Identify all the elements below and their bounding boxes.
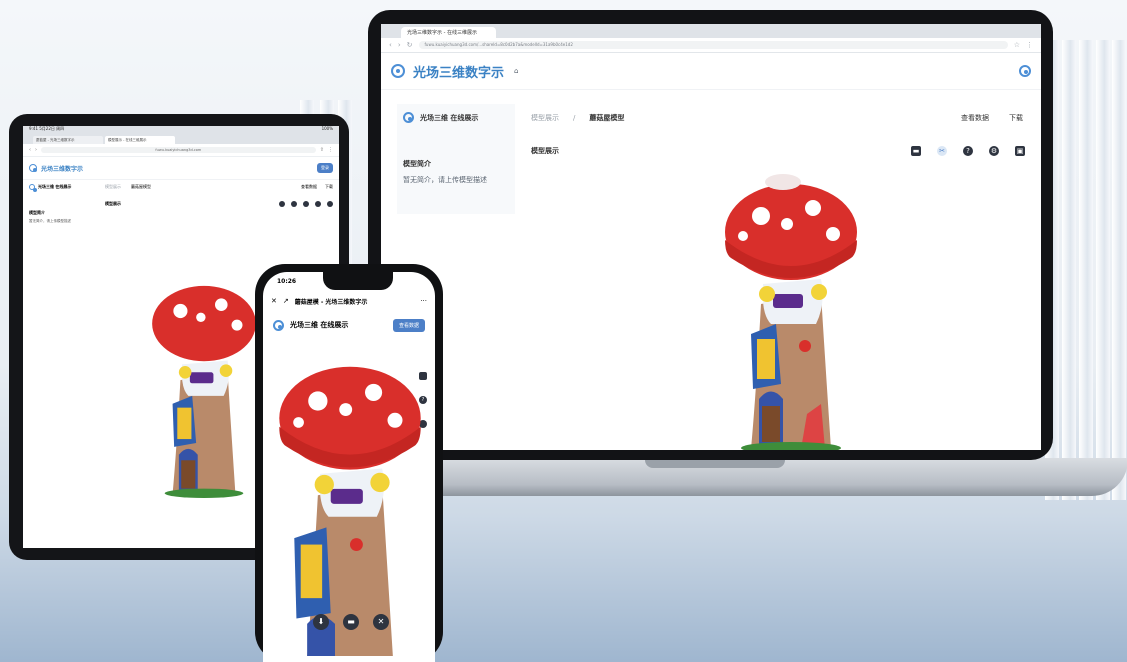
tablet-brand-title: 光场三维数字示: [41, 165, 84, 173]
app-header: 光场三维数字示 ⌂: [381, 53, 1041, 90]
tablet-login-button[interactable]: 登录: [317, 163, 333, 173]
breadcrumb-prev[interactable]: 模型展示: [531, 113, 559, 123]
intro-text: 暂无简介，请上传模型描述: [403, 176, 487, 184]
browser-tab-bar: 光场三维数字示 - 在线三维展示: [381, 24, 1041, 38]
mushroom-house-model[interactable]: [721, 174, 861, 450]
tablet-mushroom-house-model[interactable]: [149, 248, 259, 528]
phone-notch: [323, 272, 393, 290]
tablet-logo-icon: [29, 164, 37, 172]
tablet-tab-bar: 蘑菇屋 - 光场三维数字示 模型展示 - 在线三维展示: [23, 134, 339, 144]
browser-tab[interactable]: 光场三维数字示 - 在线三维展示: [401, 27, 496, 38]
star-icon[interactable]: ☆: [1014, 41, 1020, 49]
layers-icon[interactable]: ▣: [1015, 146, 1025, 156]
tab-title: 光场三维数字示 - 在线三维展示: [407, 30, 477, 36]
tablet-address-bar: ‹ › fuwu.kuaiyichuang3d.com ⇪ ⋮: [23, 144, 339, 157]
intro-title: 模型简介: [403, 160, 431, 168]
tablet-intro-text: 暂无简介，请上传模型描述: [29, 219, 71, 223]
tablet-message-icon[interactable]: [279, 201, 285, 207]
phone-logo-icon: [273, 319, 284, 331]
url-field[interactable]: fuwu.kuaiyichuang3d.com/...shareId=8c0d2…: [418, 41, 1008, 49]
sidebar: 光场三维 在线展示 模型简介 暂无简介，请上传模型描述: [397, 104, 515, 214]
home-icon[interactable]: ⌂: [514, 67, 518, 75]
laptop-screen: 光场三维数字示 - 在线三维展示 ‹ › ↻ fuwu.kuaiyichuang…: [381, 24, 1041, 450]
phone-device: 10:26 ✕ ↗ 蘑菇屋模 - 光场三维数字示 ··· 光场三维 在线展示 查…: [255, 264, 443, 662]
tablet-sidebar-title: 光场三维 在线展示: [38, 184, 72, 189]
address-bar: ‹ › ↻ fuwu.kuaiyichuang3d.com/...shareId…: [381, 38, 1041, 53]
tablet-layers-icon[interactable]: [327, 201, 333, 207]
logo-icon: [391, 64, 405, 78]
sidebar-title: 光场三维 在线展示: [420, 113, 479, 122]
tablet-forward-icon[interactable]: ›: [35, 147, 37, 153]
reload-icon[interactable]: ↻: [407, 41, 413, 49]
back-icon[interactable]: ‹: [389, 41, 392, 49]
tablet-help-icon[interactable]: [303, 201, 309, 207]
breadcrumb-current: 蘑菇屋模型: [589, 114, 625, 122]
phone-crop-icon[interactable]: ✕: [373, 614, 389, 630]
tablet-back-icon[interactable]: ‹: [29, 147, 31, 153]
user-avatar[interactable]: [1019, 65, 1031, 77]
download-icon[interactable]: ⬇: [313, 614, 329, 630]
menu-icon[interactable]: ⋮: [1026, 41, 1033, 49]
laptop-device: 光场三维数字示 - 在线三维展示 ‹ › ↻ fuwu.kuaiyichuang…: [368, 10, 1053, 460]
tablet-sidebar-logo-icon: [29, 184, 37, 192]
tablet-status-battery: 100%: [321, 126, 333, 131]
tablet-breadcrumb-prev[interactable]: 模型展示: [105, 184, 121, 190]
phone-mushroom-house-model[interactable]: [275, 356, 425, 656]
message-icon[interactable]: ▬: [911, 146, 921, 156]
tablet-view-data-button[interactable]: 查看数据: [301, 184, 317, 190]
main-content: 模型展示 / 蘑菇屋模型 查看数据 下载 模型展示 ▬ ✂ ? ⚙ ▣: [531, 104, 1031, 450]
brand-title: 光场三维数字示: [413, 65, 505, 81]
tablet-breadcrumb-current: 蘑菇屋模型: [131, 184, 151, 189]
view-data-button[interactable]: 查看数据: [961, 113, 989, 123]
tablet-intro-title: 模型简介: [29, 210, 45, 215]
close-icon[interactable]: ✕: [271, 297, 277, 305]
phone-action-button[interactable]: 查看数据: [392, 318, 425, 332]
tablet-share-icon[interactable]: ⇪: [320, 147, 324, 153]
tablet-download-button[interactable]: 下载: [325, 184, 333, 190]
gear-icon[interactable]: ⚙: [989, 146, 999, 156]
tablet-section-title: 模型展示: [105, 201, 121, 206]
section-title: 模型展示: [531, 147, 559, 155]
tablet-crop-icon[interactable]: [291, 201, 297, 207]
tablet-menu-icon[interactable]: ⋮: [328, 147, 333, 153]
tablet-tab-2[interactable]: 模型展示 - 在线三维展示: [105, 136, 175, 144]
phone-screen: 10:26 ✕ ↗ 蘑菇屋模 - 光场三维数字示 ··· 光场三维 在线展示 查…: [263, 272, 435, 662]
sidebar-logo-icon: [403, 112, 414, 123]
breadcrumb-separator: /: [573, 114, 576, 122]
share-icon[interactable]: ↗: [283, 297, 289, 305]
phone-page-title: 蘑菇屋模 - 光场三维数字示: [294, 298, 368, 306]
more-icon[interactable]: ···: [420, 297, 427, 305]
phone-message-icon[interactable]: ▬: [343, 614, 359, 630]
download-button[interactable]: 下载: [1009, 113, 1023, 123]
crop-icon[interactable]: ✂: [937, 146, 947, 156]
tablet-tab-1[interactable]: 蘑菇屋 - 光场三维数字示: [33, 136, 103, 144]
tablet-status-time: 9:41 5月22日 周四: [29, 126, 65, 131]
forward-icon[interactable]: ›: [398, 41, 401, 49]
phone-brand-title: 光场三维 在线展示: [290, 321, 349, 329]
tablet-url-field[interactable]: fuwu.kuaiyichuang3d.com: [41, 147, 316, 153]
phone-status-time: 10:26: [277, 277, 297, 285]
help-icon[interactable]: ?: [963, 146, 973, 156]
tablet-gear-icon[interactable]: [315, 201, 321, 207]
